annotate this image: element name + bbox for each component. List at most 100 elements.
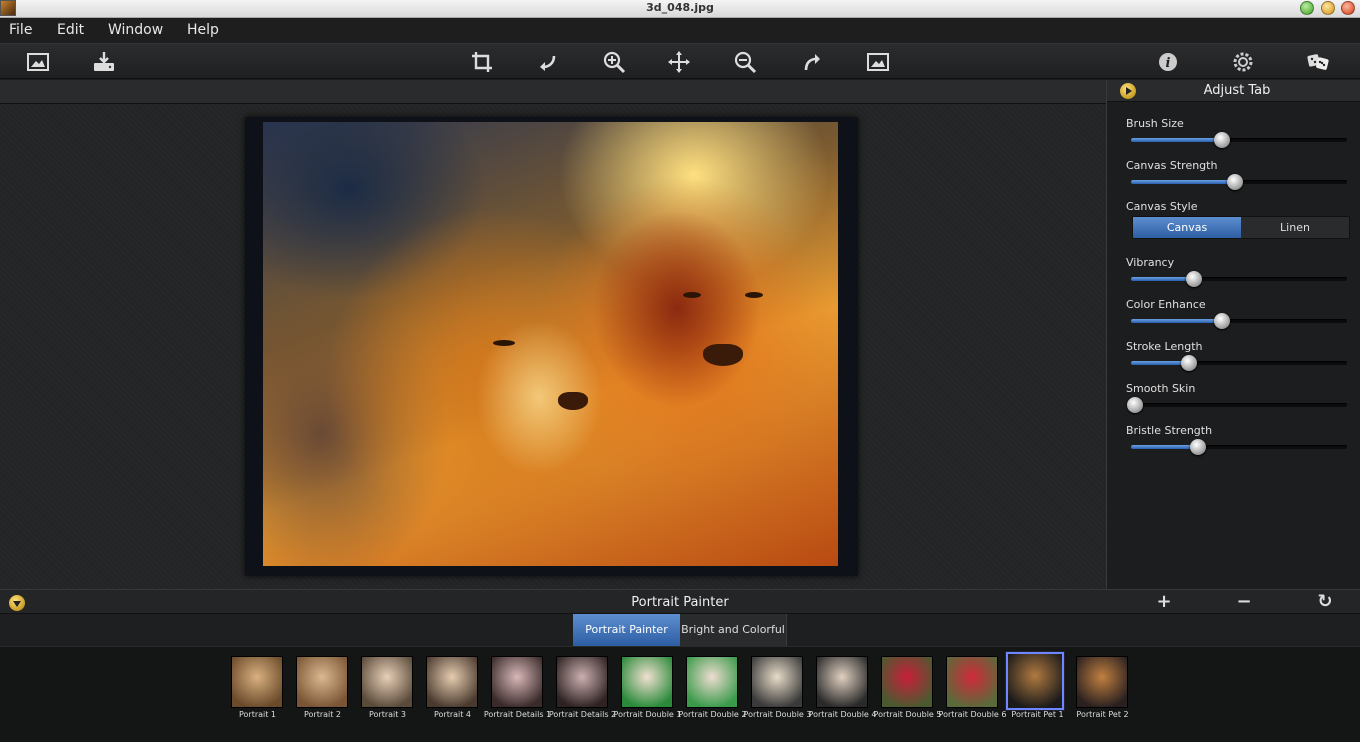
- image-frame: [245, 117, 858, 576]
- preset-thumbnail[interactable]: Portrait Pet 2: [1070, 656, 1135, 722]
- slider-knob[interactable]: [1185, 271, 1202, 287]
- preset-title: Portrait Painter: [631, 595, 729, 610]
- save-icon[interactable]: [90, 48, 118, 76]
- slider-track[interactable]: [1127, 397, 1347, 413]
- preset-thumbnail[interactable]: Portrait Double 1: [614, 656, 681, 722]
- preset-thumbnail[interactable]: Portrait 3: [355, 656, 420, 722]
- canvas-header-bar: [0, 80, 1106, 104]
- slider-knob[interactable]: [1213, 313, 1230, 329]
- slider-label: Color Enhance: [1126, 298, 1206, 311]
- fit-image-icon[interactable]: [864, 48, 892, 76]
- slider-label: Smooth Skin: [1126, 382, 1196, 395]
- slider-label: Canvas Strength: [1126, 159, 1218, 172]
- preset-thumbnail-image: [491, 656, 543, 708]
- window-title: 3d_048.jpg: [646, 1, 714, 14]
- preset-category-tabs: Portrait Painter Bright and Colorful: [0, 614, 1360, 646]
- canvas-style-linen[interactable]: Linen: [1241, 217, 1349, 238]
- slider-track[interactable]: [1131, 313, 1347, 329]
- preset-thumbnail[interactable]: Portrait 1: [225, 656, 290, 722]
- slider-track[interactable]: [1131, 132, 1347, 148]
- preset-bar: Portrait Painter + − ↻: [0, 589, 1360, 614]
- slider-track[interactable]: [1131, 271, 1347, 287]
- slider-label: Bristle Strength: [1126, 424, 1213, 437]
- slider-fill: [1131, 277, 1194, 281]
- preset-thumbnail[interactable]: Portrait Details 2: [549, 656, 616, 722]
- menu-file[interactable]: File: [9, 22, 32, 38]
- title-bar: 3d_048.jpg: [0, 0, 1360, 18]
- preset-thumbnail-image: [296, 656, 348, 708]
- preset-thumbnail-image: [881, 656, 933, 708]
- slider-fill: [1131, 180, 1235, 184]
- open-image-icon[interactable]: [24, 48, 52, 76]
- redo-icon[interactable]: [798, 48, 826, 76]
- settings-icon[interactable]: [1229, 48, 1257, 76]
- menu-window[interactable]: Window: [108, 22, 163, 38]
- preset-thumbnail-image: [1005, 651, 1065, 711]
- slider-track[interactable]: [1131, 439, 1347, 455]
- preset-thumbnail-label: Portrait Pet 2: [1076, 710, 1129, 719]
- slider-fill: [1131, 138, 1222, 142]
- preset-thumbnail-image: [686, 656, 738, 708]
- close-button[interactable]: [1341, 1, 1355, 15]
- slider-label: Vibrancy: [1126, 256, 1175, 269]
- preset-thumbnail-image: [946, 656, 998, 708]
- remove-preset-button[interactable]: −: [1234, 592, 1254, 612]
- canvas-style-toggle: Canvas Linen: [1132, 216, 1350, 239]
- collapse-presets-icon[interactable]: [9, 595, 25, 611]
- menu-bar: File Edit Window Help: [0, 19, 1360, 43]
- preset-thumbnail-image: [1076, 656, 1128, 708]
- maximize-button[interactable]: [1300, 1, 1314, 15]
- adjust-panel-title: Adjust Tab: [1203, 83, 1271, 98]
- canvas-style-label: Canvas Style: [1126, 200, 1198, 213]
- preset-thumbnail[interactable]: Portrait Pet 1: [1005, 651, 1070, 722]
- slider-fill: [1131, 445, 1198, 449]
- preset-thumbnail[interactable]: Portrait 2: [290, 656, 355, 722]
- adjust-panel: Adjust Tab Brush Size Canvas Strength Vibr…: [1106, 80, 1360, 589]
- tab-portrait-painter[interactable]: Portrait Painter: [573, 614, 680, 646]
- tab-bright-and-colorful[interactable]: Bright and Colorful: [680, 614, 787, 646]
- canvas-area[interactable]: [0, 104, 1106, 589]
- slider-fill: [1131, 319, 1222, 323]
- slider-label: Stroke Length: [1126, 340, 1203, 353]
- preset-thumbnail[interactable]: Portrait Details 1: [484, 656, 551, 722]
- preset-thumbnail[interactable]: Portrait 4: [420, 656, 485, 722]
- crop-icon[interactable]: [468, 48, 496, 76]
- info-icon[interactable]: i: [1154, 48, 1182, 76]
- random-dice-icon[interactable]: [1304, 48, 1332, 76]
- slider-track[interactable]: [1131, 174, 1347, 190]
- preset-thumbnail-image: [621, 656, 673, 708]
- menu-help[interactable]: Help: [187, 22, 219, 38]
- adjust-panel-header: Adjust Tab: [1107, 80, 1360, 102]
- slider-track[interactable]: [1131, 355, 1347, 371]
- preset-thumbnail[interactable]: Portrait Double 2: [679, 656, 746, 722]
- minimize-button[interactable]: [1321, 1, 1335, 15]
- preset-thumbnail-strip: Portrait 1 Portrait 2 Portrait 3 Portrait 4…: [0, 646, 1360, 742]
- preset-thumbnail[interactable]: Portrait Double 5: [874, 656, 941, 722]
- preset-thumbnail-image: [426, 656, 478, 708]
- undo-icon[interactable]: [534, 48, 562, 76]
- slider-knob[interactable]: [1189, 439, 1206, 455]
- slider-knob[interactable]: [1213, 132, 1230, 148]
- preset-thumbnail-image: [361, 656, 413, 708]
- reset-preset-button[interactable]: ↻: [1315, 592, 1335, 612]
- preset-thumbnail[interactable]: Portrait Double 6: [939, 656, 1006, 722]
- menu-edit[interactable]: Edit: [57, 22, 84, 38]
- toolbar: i: [0, 43, 1360, 79]
- preset-thumbnail-image: [816, 656, 868, 708]
- slider-knob[interactable]: [1181, 355, 1198, 371]
- preset-thumbnail-image: [231, 656, 283, 708]
- slider-knob[interactable]: [1127, 397, 1144, 413]
- expand-panel-icon[interactable]: [1120, 83, 1136, 99]
- slider-label: Brush Size: [1126, 117, 1184, 130]
- preset-thumbnail-image: [556, 656, 608, 708]
- preset-thumbnail[interactable]: Portrait Double 3: [744, 656, 811, 722]
- preset-thumbnail[interactable]: Portrait Double 4: [809, 656, 876, 722]
- zoom-out-icon[interactable]: [731, 48, 759, 76]
- add-preset-button[interactable]: +: [1154, 592, 1174, 612]
- zoom-in-icon[interactable]: [600, 48, 628, 76]
- preset-thumbnail-image: [751, 656, 803, 708]
- slider-knob[interactable]: [1226, 174, 1243, 190]
- pan-icon[interactable]: [665, 48, 693, 76]
- canvas-style-canvas[interactable]: Canvas: [1133, 217, 1241, 238]
- painted-lion-image[interactable]: [263, 122, 838, 566]
